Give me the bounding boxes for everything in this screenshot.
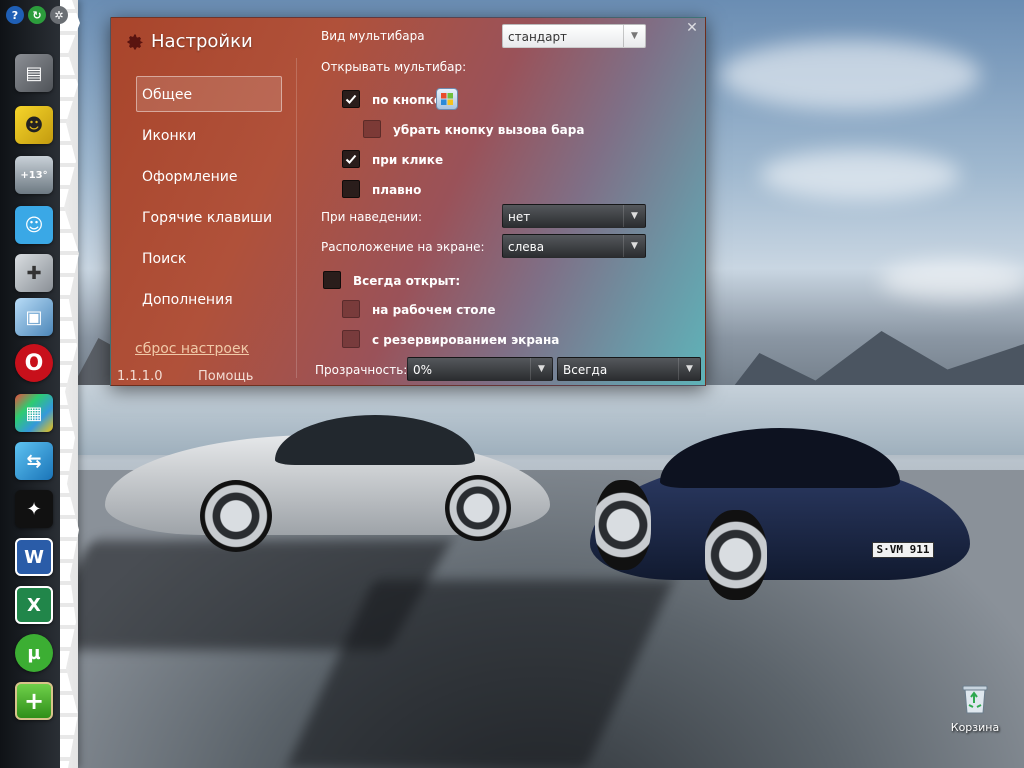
transparency-select[interactable]: 0% ▼ [407,357,553,381]
recycle-bin-icon [962,685,988,714]
cloud [880,260,1024,300]
gear-icon [127,34,143,49]
by-button-label[interactable]: по кнопке [372,93,442,107]
windows-flag-icon [441,93,453,105]
sync-icon[interactable]: ⇆ [15,442,53,480]
help-link[interactable]: Помощь [198,369,253,384]
foobar-icon[interactable]: ✦ [15,490,53,528]
icq-icon[interactable]: ☻ [15,106,53,144]
nav-item-appearance[interactable]: Оформление [136,158,282,194]
on-click-label[interactable]: при клике [372,153,443,167]
car-wheel [200,480,272,552]
settings-dialog: Настройки ✕ Общее Иконки Оформление Горя… [110,17,706,386]
screen-position-value: слева [508,240,545,254]
nav-item-addons[interactable]: Дополнения [136,281,282,317]
update-icon[interactable]: ↻ [28,6,46,24]
cloud [720,40,980,110]
car-wheel [595,480,651,570]
dialog-title: Настройки [125,31,253,52]
always-open-label[interactable]: Всегда открыт: [353,274,460,288]
always-open-checkbox[interactable] [323,271,341,289]
remove-bar-button-label[interactable]: убрать кнопку вызова бара [393,123,584,137]
screen-position-label: Расположение на экране: [321,240,485,254]
add-icon[interactable]: + [15,682,53,720]
on-desktop-checkbox[interactable] [342,300,360,318]
multibar-dock: ? ↻ ✲ ▤ ☻ +13° ☺ ✚ ▣ O ▦ ⇆ ✦ W X µ + [0,0,80,768]
gear-icon[interactable]: ✲ [50,6,68,24]
car-window [275,415,475,465]
recycle-bin-label: Корзина [950,721,1000,734]
on-click-checkbox[interactable] [342,150,360,168]
on-hover-value: нет [508,210,531,224]
transparency-value: 0% [413,363,433,377]
chevron-down-icon: ▼ [530,358,552,380]
reserve-screen-label[interactable]: с резервированием экрана [372,333,559,347]
version-label: 1.1.1.0 [117,369,163,384]
nav-item-search[interactable]: Поиск [136,240,282,276]
weather-icon[interactable]: +13° [15,156,53,194]
screen-position-select[interactable]: слева ▼ [502,234,646,258]
close-button[interactable]: ✕ [685,21,699,35]
computer-icon[interactable]: ▣ [15,298,53,336]
blue-car: S·VM 911 [590,420,970,600]
nav-item-hotkeys[interactable]: Горячие клавиши [136,199,282,235]
transparency-mode-select[interactable]: Всегда ▼ [557,357,701,381]
reserve-screen-checkbox[interactable] [342,330,360,348]
by-button-checkbox[interactable] [342,90,360,108]
cloud [760,150,960,200]
car-wheel [445,475,511,541]
silver-car [105,405,550,555]
settings-nav: Общее Иконки Оформление Горячие клавиши … [136,76,282,322]
reset-settings-link[interactable]: сброс настроек [135,341,249,357]
transparency-mode-value: Всегда [563,363,608,377]
open-multibar-label: Открывать мультибар: [321,60,467,74]
robot-icon[interactable]: ☺ [15,206,53,244]
smooth-label[interactable]: плавно [372,183,421,197]
on-hover-label: При наведении: [321,210,423,224]
chevron-down-icon: ▼ [623,25,645,47]
dialog-title-text: Настройки [151,31,253,52]
nav-item-general[interactable]: Общее [136,76,282,112]
multibar-view-value: стандарт [508,30,568,44]
chevron-down-icon: ▼ [623,235,645,257]
on-hover-select[interactable]: нет ▼ [502,204,646,228]
torn-edge [60,0,80,768]
car-window [660,428,900,488]
divider [296,58,297,378]
utorrent-icon[interactable]: µ [15,634,53,672]
check-icon [345,154,357,164]
chevron-down-icon: ▼ [678,358,700,380]
help-icon[interactable]: ? [6,6,24,24]
gamepad-icon[interactable]: ✚ [15,254,53,292]
mosaic-icon[interactable]: ▦ [15,394,53,432]
remove-bar-button-checkbox[interactable] [363,120,381,138]
folder-icon[interactable]: ▤ [15,54,53,92]
license-plate: S·VM 911 [872,542,934,558]
transparency-label: Прозрачность: [315,363,408,377]
weather-temperature: +13° [20,169,48,181]
car-wheel [705,510,767,600]
on-desktop-label[interactable]: на рабочем столе [372,303,495,317]
opera-icon[interactable]: O [15,344,53,382]
smooth-checkbox[interactable] [342,180,360,198]
nav-item-icons[interactable]: Иконки [136,117,282,153]
multibar-view-select[interactable]: стандарт ▼ [502,24,646,48]
check-icon [345,94,357,104]
windows-logo-icon [436,88,458,110]
word-icon[interactable]: W [15,538,53,576]
recycle-bin[interactable]: Корзина [950,683,1000,734]
chevron-down-icon: ▼ [623,205,645,227]
multibar-view-label: Вид мультибара [321,29,425,43]
excel-icon[interactable]: X [15,586,53,624]
